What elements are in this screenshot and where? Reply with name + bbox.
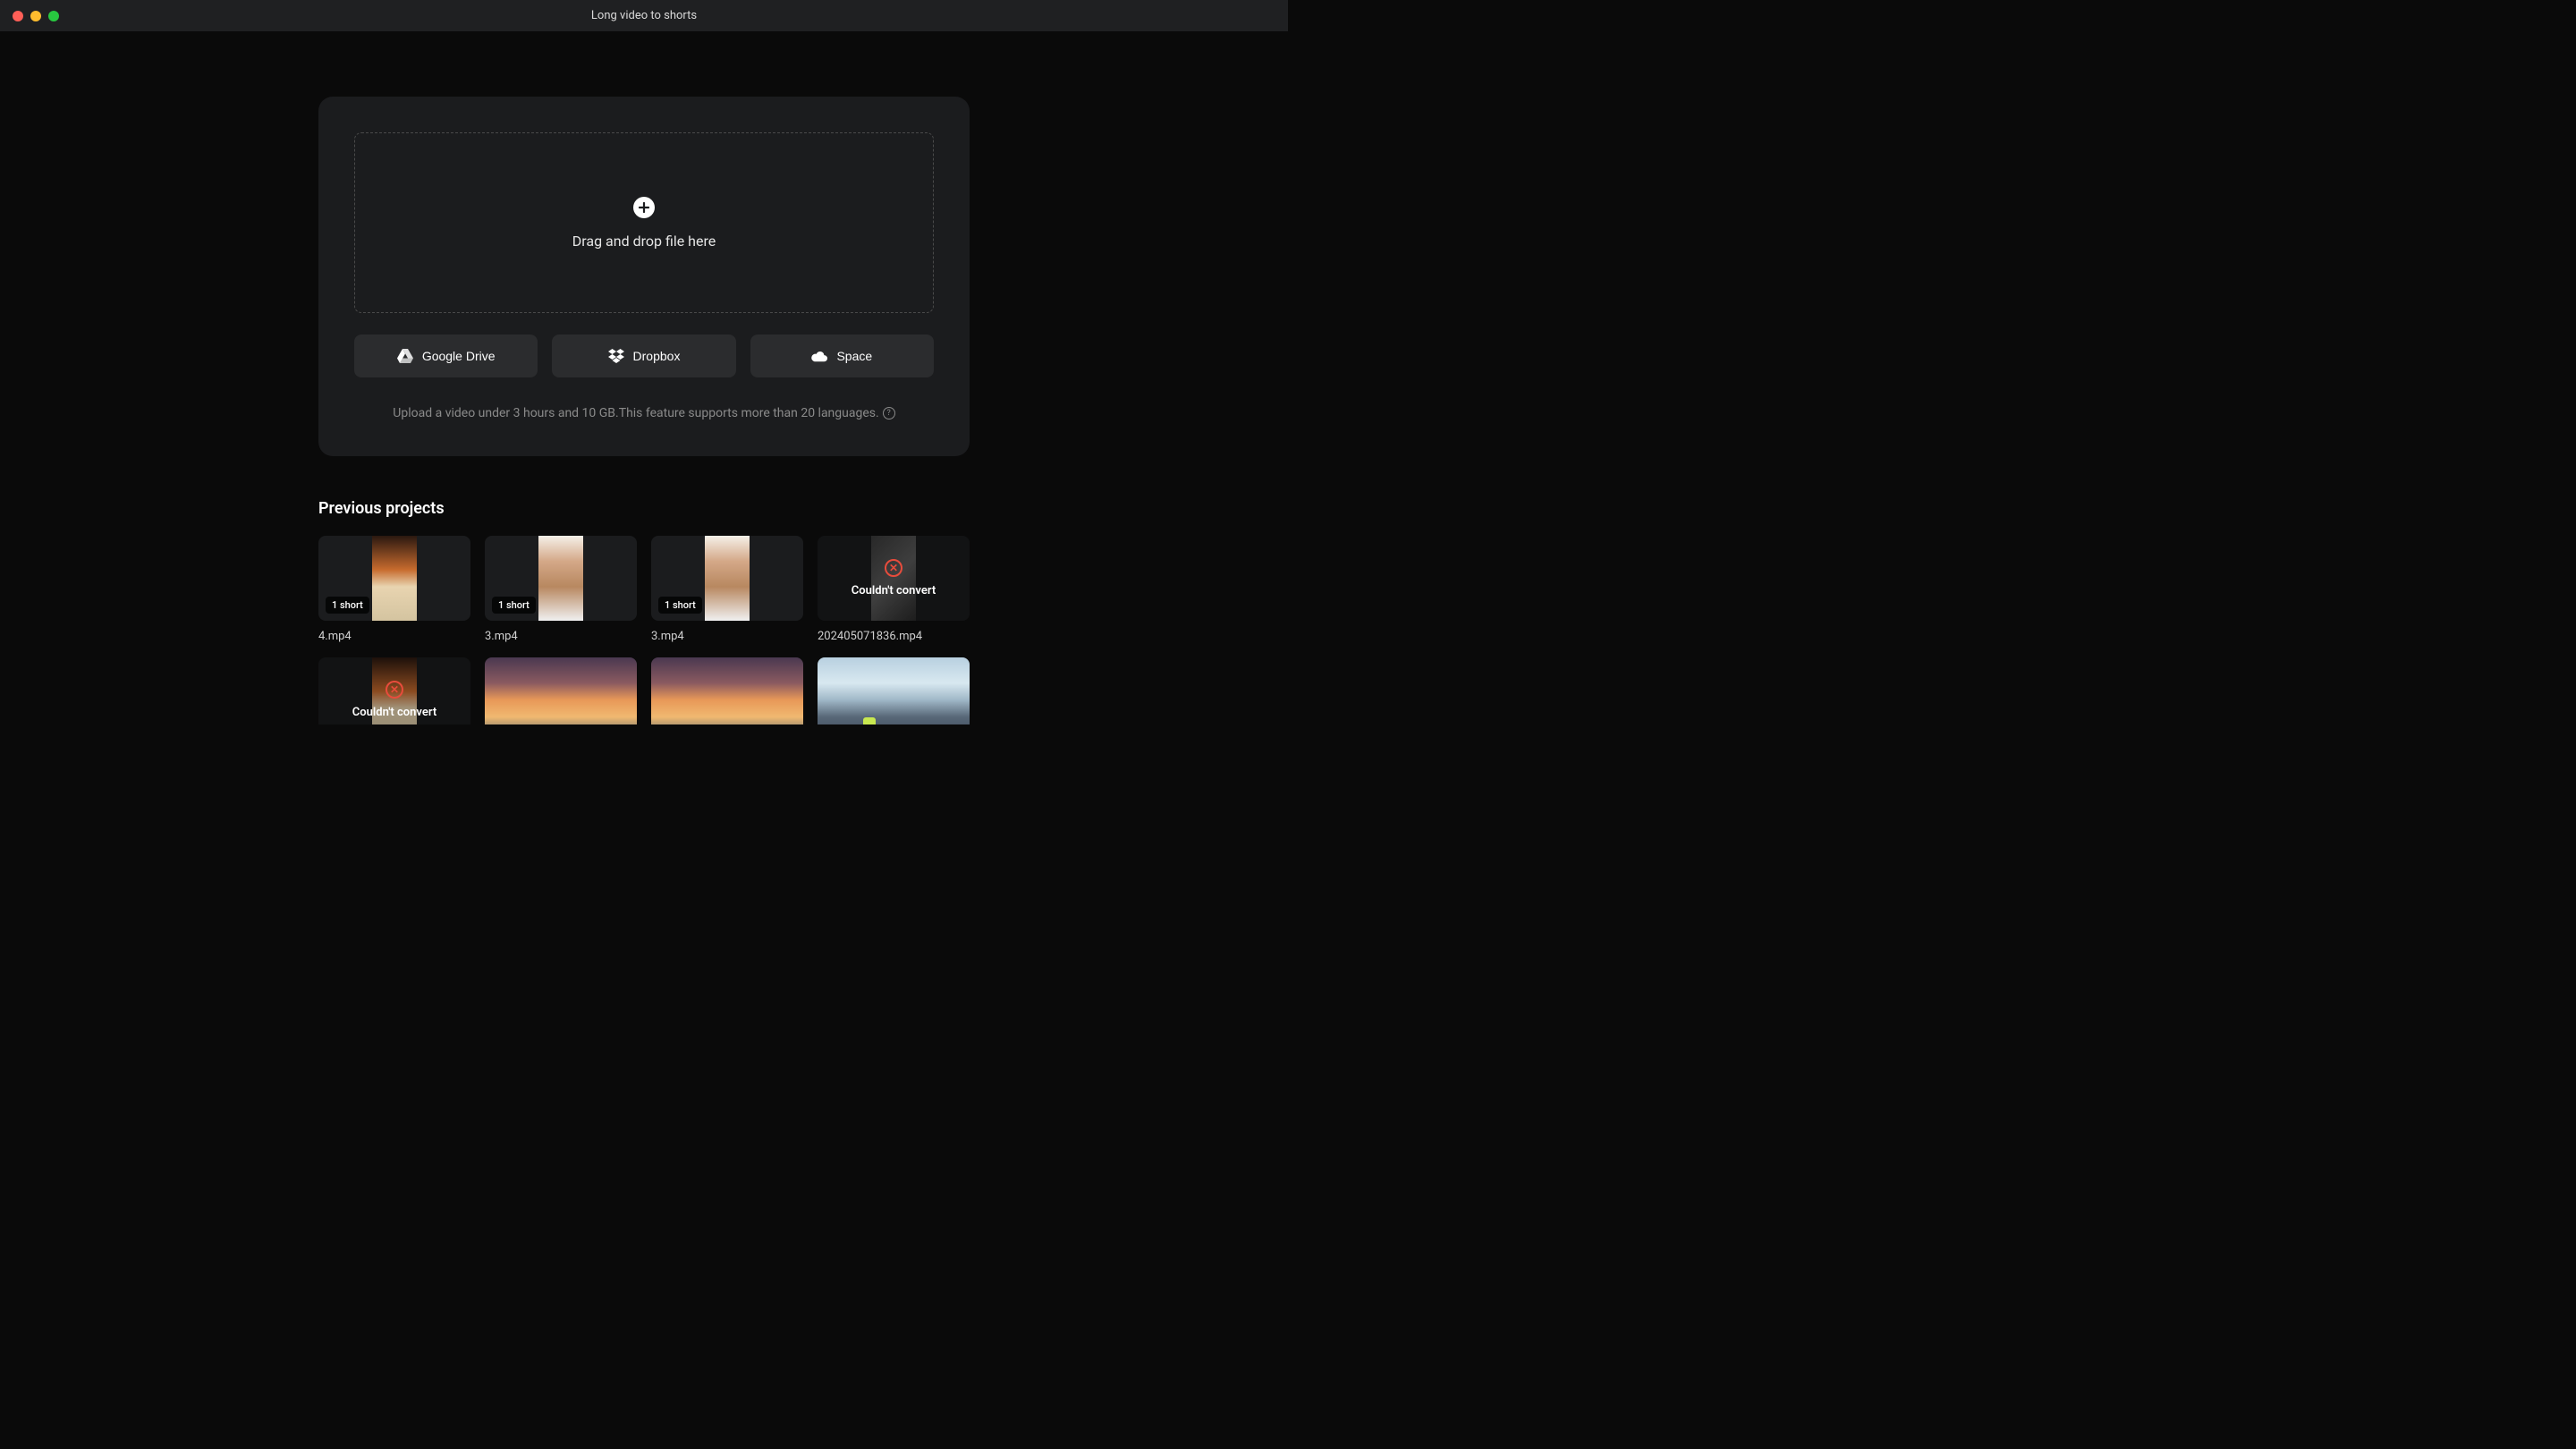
dropzone-label: Drag and drop file here <box>572 233 716 250</box>
google-drive-button[interactable]: Google Drive <box>354 335 538 377</box>
project-filename: 3.mp4 <box>651 630 803 643</box>
error-icon: ✕ <box>386 681 403 699</box>
previous-projects-section: Previous projects 1 short 4.mp4 1 short … <box>318 499 970 724</box>
project-filename: 202405071836.mp4 <box>818 630 970 643</box>
project-thumbnail[interactable]: ✕ Couldn't convert <box>818 536 970 621</box>
shorts-count-badge: 1 short <box>492 597 536 614</box>
project-card: 1 short 3.mp4 <box>651 536 803 643</box>
shorts-count-badge: 1 short <box>658 597 702 614</box>
project-card: 1 short 4.mp4 <box>318 536 470 643</box>
space-label: Space <box>836 349 872 363</box>
help-icon[interactable]: ? <box>883 407 895 419</box>
source-buttons-row: Google Drive Dropbox Space <box>354 335 934 377</box>
project-thumbnail[interactable]: 1 short <box>318 536 470 621</box>
upload-help-text: Upload a video under 3 hours and 10 GB.T… <box>393 406 894 420</box>
upload-card: Drag and drop file here Google Drive Dro… <box>318 97 970 456</box>
close-window-button[interactable] <box>13 11 23 21</box>
google-drive-icon <box>397 348 413 364</box>
space-button[interactable]: Space <box>750 335 934 377</box>
titlebar: Long video to shorts <box>0 0 1288 31</box>
project-thumbnail[interactable] <box>485 657 637 724</box>
window-title: Long video to shorts <box>591 9 697 22</box>
file-dropzone[interactable]: Drag and drop file here <box>354 132 934 313</box>
project-card: ✕ Couldn't convert <box>318 657 470 724</box>
thumbnail-image <box>372 536 417 621</box>
project-card: ✕ Couldn't convert 202405071836.mp4 <box>818 536 970 643</box>
project-thumbnail[interactable] <box>651 657 803 724</box>
thumbnail-image <box>485 657 637 724</box>
project-card: 1 short 3.mp4 <box>485 536 637 643</box>
minimize-window-button[interactable] <box>30 11 41 21</box>
project-card <box>818 657 970 724</box>
project-card <box>485 657 637 724</box>
maximize-window-button[interactable] <box>48 11 59 21</box>
cloud-icon <box>811 348 827 364</box>
project-filename: 4.mp4 <box>318 630 470 643</box>
project-thumbnail[interactable]: 1 short <box>651 536 803 621</box>
project-thumbnail[interactable] <box>818 657 970 724</box>
thumbnail-image <box>651 657 803 724</box>
error-message: Couldn't convert <box>852 584 936 597</box>
main-content: Drag and drop file here Google Drive Dro… <box>0 31 1288 724</box>
project-thumbnail[interactable]: 1 short <box>485 536 637 621</box>
error-overlay: ✕ Couldn't convert <box>318 657 470 724</box>
projects-grid: 1 short 4.mp4 1 short 3.mp4 1 short 3.mp… <box>318 536 970 724</box>
dropbox-icon <box>608 348 624 364</box>
shorts-count-badge: 1 short <box>326 597 369 614</box>
error-message: Couldn't convert <box>352 706 436 719</box>
thumbnail-image <box>538 536 583 621</box>
thumbnail-image <box>818 657 970 724</box>
project-card <box>651 657 803 724</box>
section-title: Previous projects <box>318 499 970 518</box>
plus-icon <box>633 197 655 218</box>
dropbox-button[interactable]: Dropbox <box>552 335 735 377</box>
thumbnail-image <box>705 536 750 621</box>
error-icon: ✕ <box>885 559 902 577</box>
error-overlay: ✕ Couldn't convert <box>818 536 970 621</box>
project-thumbnail[interactable]: ✕ Couldn't convert <box>318 657 470 724</box>
project-filename: 3.mp4 <box>485 630 637 643</box>
dropbox-label: Dropbox <box>633 349 681 363</box>
google-drive-label: Google Drive <box>422 349 496 363</box>
window-controls <box>13 11 59 21</box>
